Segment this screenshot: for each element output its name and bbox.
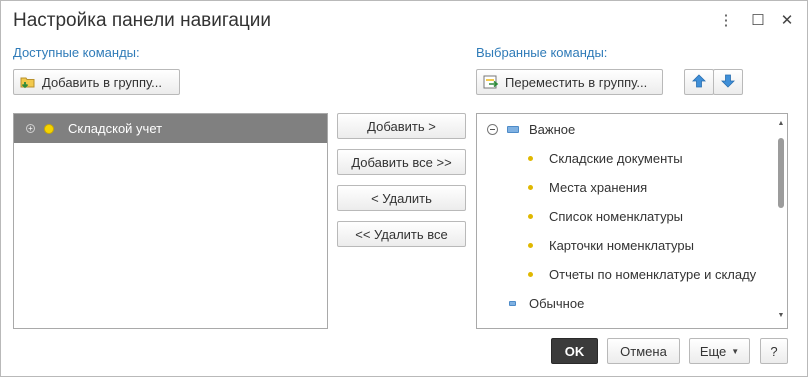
scroll-up-icon[interactable]: ▲ (775, 118, 787, 130)
add-all-button[interactable]: Добавить все >> (337, 149, 466, 175)
tree-group-row[interactable]: Важное (477, 115, 575, 144)
tree-item-label: Карточки номенклатуры (549, 238, 694, 253)
tree-partial-label: С (507, 325, 516, 328)
tree-item-label: Список номенклатуры (549, 209, 684, 224)
more-button[interactable]: Еще ▼ (689, 338, 750, 364)
more-icon[interactable]: ⋮ (717, 11, 735, 31)
maximize-icon[interactable]: ☐ (749, 11, 767, 31)
group-icon (509, 301, 516, 306)
selected-commands-tree[interactable]: Важное Складские документы Места хранени… (476, 113, 788, 329)
scroll-down-icon[interactable]: ▼ (775, 310, 787, 322)
dialog-title: Настройка панели навигации (13, 10, 272, 31)
remove-all-button[interactable]: << Удалить все (337, 221, 466, 247)
up-arrow-icon (692, 73, 706, 91)
command-dot-icon (528, 156, 533, 161)
available-commands-label: Доступные команды: (13, 45, 140, 60)
chevron-down-icon: ▼ (731, 346, 740, 356)
ok-button[interactable]: OK (551, 338, 598, 364)
tree-partial-row[interactable]: С (477, 318, 516, 328)
tree-item-label: Места хранения (549, 180, 648, 195)
tree-scrollbar[interactable]: ▲ ▼ (775, 114, 787, 328)
command-dot-icon (528, 214, 533, 219)
move-up-button[interactable] (684, 69, 714, 95)
move-to-group-button[interactable]: Переместить в группу... (476, 69, 663, 95)
command-dot-icon (44, 123, 54, 134)
expand-icon[interactable]: + (26, 124, 35, 133)
add-button[interactable]: Добавить > (337, 113, 466, 139)
move-to-group-label: Переместить в группу... (505, 74, 648, 90)
tree-item-label: Складские документы (549, 151, 683, 166)
dialog-window: Настройка панели навигации ⋮ ☐ ✕ Доступн… (0, 0, 808, 377)
collapse-icon[interactable] (487, 124, 498, 135)
tree-item-row[interactable]: Складские документы (477, 144, 683, 173)
list-item-label: Складской учет (68, 121, 163, 136)
available-commands-list[interactable]: + Складской учет (13, 113, 328, 329)
remove-button[interactable]: < Удалить (337, 185, 466, 211)
add-to-group-button[interactable]: Добавить в группу... (13, 69, 180, 95)
tree-item-row[interactable]: Места хранения (477, 173, 647, 202)
selected-commands-label: Выбранные команды: (476, 45, 608, 60)
more-button-label: Еще (699, 343, 727, 359)
tree-item-row[interactable]: Отчеты по номенклатуре и складу (477, 260, 756, 289)
close-icon[interactable]: ✕ (778, 11, 796, 31)
tree-group-label: Важное (529, 122, 576, 137)
group-icon (507, 126, 519, 133)
command-dot-icon (528, 243, 533, 248)
tree-item-label: Отчеты по номенклатуре и складу (549, 267, 757, 282)
add-to-group-label: Добавить в группу... (42, 74, 163, 90)
scroll-thumb[interactable] (778, 138, 784, 208)
cancel-button[interactable]: Отмена (607, 338, 680, 364)
down-arrow-icon (721, 74, 735, 91)
tree-item-row[interactable]: Список номенклатуры (477, 202, 683, 231)
command-dot-icon (528, 272, 533, 277)
command-dot-icon (528, 185, 533, 190)
tree-item-row[interactable]: Карточки номенклатуры (477, 231, 694, 260)
tree-group-label: Обычное (529, 296, 585, 311)
move-to-group-icon (483, 74, 499, 90)
list-item[interactable]: + Складской учет (14, 114, 327, 143)
move-down-button[interactable] (713, 69, 743, 95)
add-to-group-icon (20, 74, 36, 90)
tree-group-row[interactable]: Обычное (477, 289, 584, 318)
help-button[interactable]: ? (760, 338, 788, 364)
